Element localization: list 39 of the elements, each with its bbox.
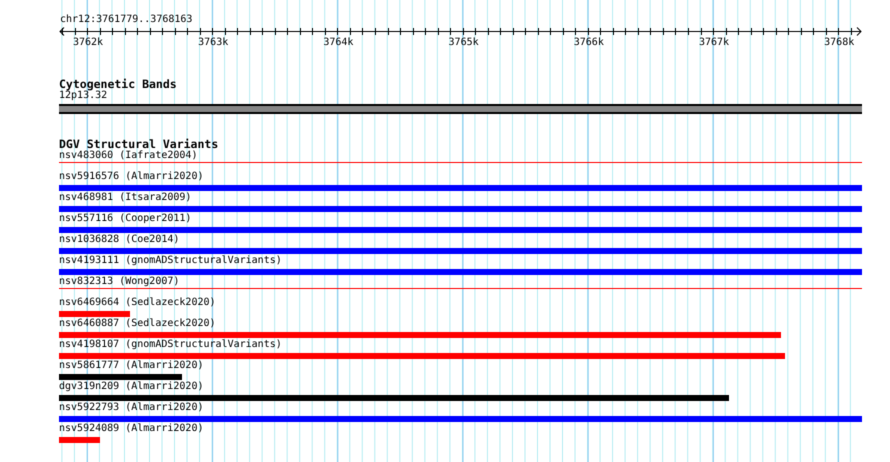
- tick-label: 3764k: [323, 37, 354, 48]
- feature-label: nsv6469664 (Sedlazeck2020): [59, 297, 216, 309]
- feature-label: nsv557116 (Cooper2011): [59, 213, 192, 225]
- variant-bar[interactable]: [59, 311, 130, 317]
- variant-bar[interactable]: [59, 269, 862, 275]
- band-label: 12p13.32: [59, 90, 108, 102]
- feature-label: dgv319n209 (Almarri2020): [59, 381, 204, 393]
- feature-label: nsv5922793 (Almarri2020): [59, 402, 204, 414]
- tick-label: 3763k: [198, 37, 228, 48]
- feature-label: nsv483060 (Iafrate2004): [59, 150, 198, 162]
- variant-bar[interactable]: [59, 353, 785, 359]
- variant-bar[interactable]: [59, 227, 862, 233]
- track-title: DGV Structural Variants: [59, 138, 220, 150]
- feature-label: nsv468981 (Itsara2009): [59, 192, 192, 204]
- tick-label: 3762k: [72, 37, 104, 48]
- feature-label: nsv4193111 (gnomADStructuralVariants): [59, 255, 282, 267]
- variant-bar[interactable]: [59, 416, 862, 422]
- variant-bar[interactable]: [59, 248, 862, 254]
- feature-label: nsv6460887 (Sedlazeck2020): [59, 318, 216, 330]
- variant-bar[interactable]: [59, 395, 729, 401]
- feature-label: nsv1036828 (Coe2014): [59, 234, 180, 246]
- variant-line[interactable]: [59, 162, 862, 163]
- tick-label: 3765k: [448, 37, 479, 48]
- tick-label: 3767k: [698, 37, 730, 48]
- variant-bar[interactable]: [59, 206, 862, 212]
- tick-label: 3768k: [824, 37, 854, 48]
- variant-bar[interactable]: [59, 437, 100, 443]
- feature-label: nsv5924089 (Almarri2020): [59, 423, 204, 435]
- feature-label: nsv5916576 (Almarri2020): [59, 171, 204, 183]
- variant-bar[interactable]: [59, 332, 781, 338]
- variant-line[interactable]: [59, 288, 862, 289]
- feature-label: nsv5861777 (Almarri2020): [59, 360, 204, 372]
- tick-label: 3766k: [574, 37, 604, 48]
- feature-label: nsv4198107 (gnomADStructuralVariants): [59, 339, 282, 351]
- feature-label: nsv832313 (Wong2007): [59, 276, 180, 288]
- variant-bar[interactable]: [59, 374, 182, 380]
- region-coordinates: chr12:3761779..3768163: [59, 14, 194, 26]
- track-title: Cytogenetic Bands: [59, 78, 178, 90]
- variant-bar[interactable]: [59, 185, 862, 191]
